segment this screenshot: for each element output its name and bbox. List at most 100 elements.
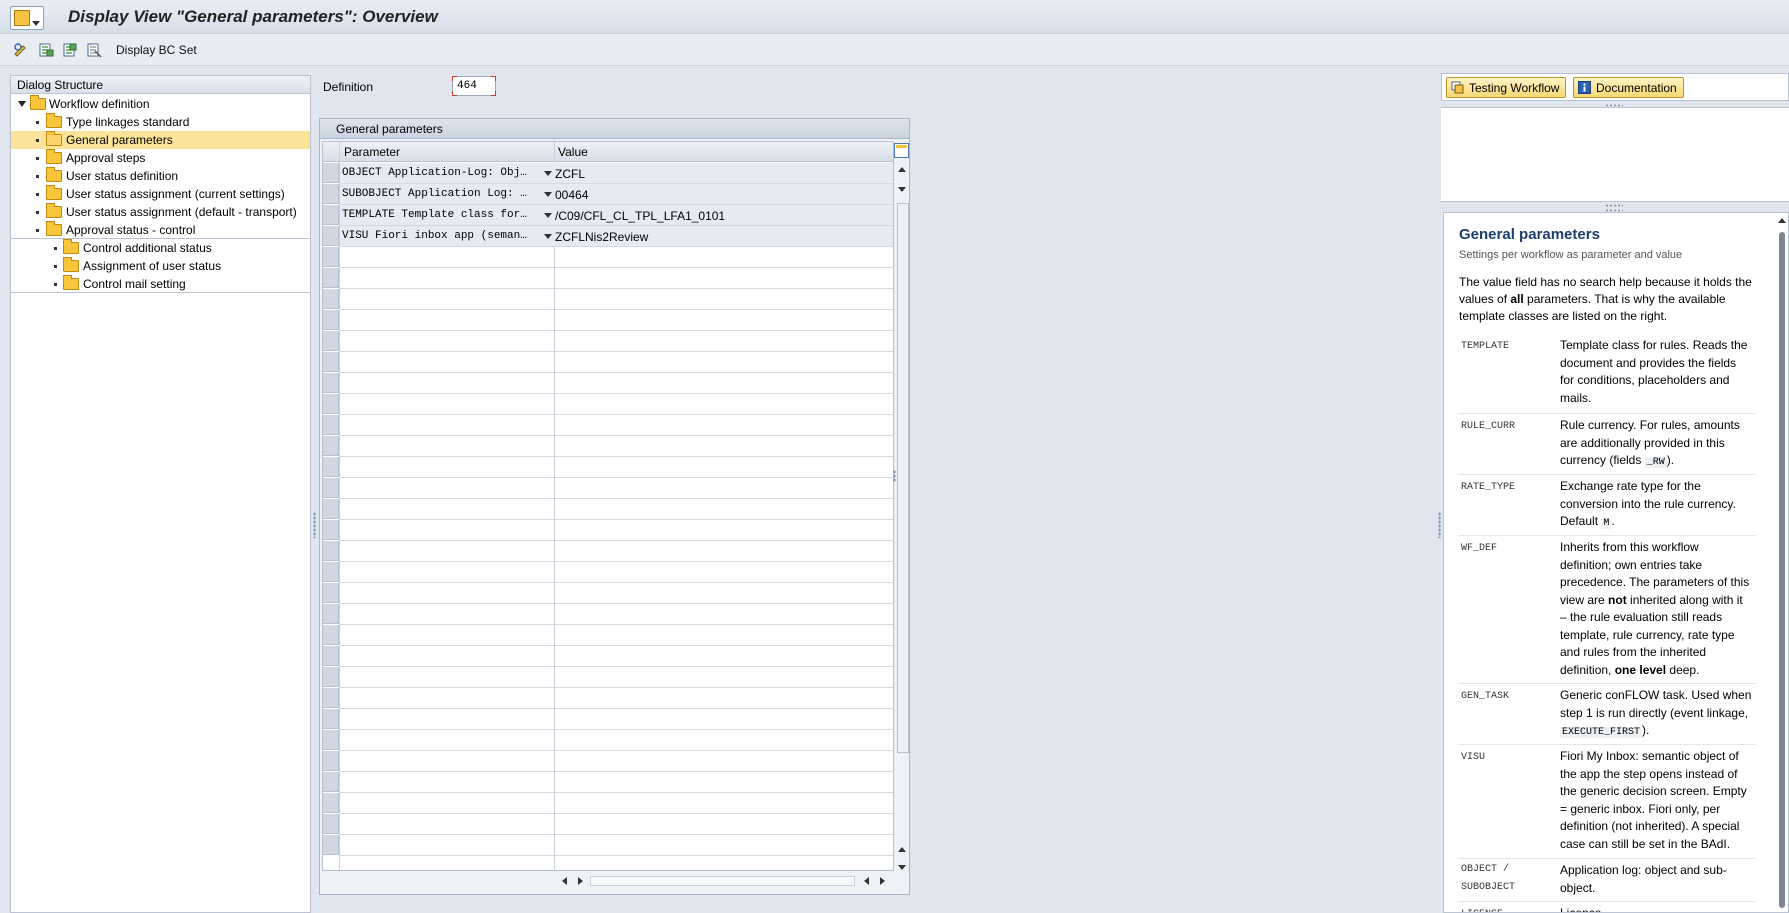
empty-table-row[interactable]	[340, 436, 893, 457]
tree-item-general-parameters[interactable]: General parameters	[11, 131, 310, 149]
tree-item-workflow-definition[interactable]: Workflow definition	[11, 95, 310, 113]
testing-workflow-button[interactable]: Testing Workflow	[1446, 77, 1567, 98]
scroll-down-icon[interactable]	[898, 187, 906, 192]
definition-field[interactable]: 464	[452, 76, 496, 96]
empty-table-row[interactable]	[340, 373, 893, 394]
table-row[interactable]: SUBOBJECT Application Log: … 00464	[340, 184, 893, 205]
empty-table-row[interactable]	[340, 625, 893, 646]
row-selector[interactable]	[323, 457, 339, 477]
row-selector[interactable]	[323, 520, 339, 540]
row-selector[interactable]	[323, 163, 339, 183]
table-horizontal-scrollbar[interactable]	[550, 873, 895, 889]
table-row[interactable]: TEMPLATE Template class for… /C09/CFL_CL…	[340, 205, 893, 226]
parameter-cell[interactable]: VISU Fiori inbox app (seman…	[342, 230, 554, 242]
row-selector[interactable]	[323, 247, 339, 267]
empty-table-row[interactable]	[340, 793, 893, 814]
empty-table-row[interactable]	[340, 247, 893, 268]
tree-item-approval-steps[interactable]: Approval steps	[11, 149, 310, 167]
left-splitter-handle[interactable]	[313, 512, 316, 538]
row-selector[interactable]	[323, 331, 339, 351]
empty-table-row[interactable]	[340, 331, 893, 352]
dropdown-arrow-icon[interactable]	[544, 213, 552, 218]
row-selector[interactable]	[323, 688, 339, 708]
scroll-thumb[interactable]	[1779, 232, 1785, 908]
row-selector[interactable]	[323, 793, 339, 813]
row-selector[interactable]	[323, 184, 339, 204]
display-bc-set-button[interactable]: Display BC Set	[116, 43, 197, 57]
row-selector[interactable]	[323, 604, 339, 624]
parameter-cell[interactable]: OBJECT Application-Log: Obj…	[342, 167, 554, 179]
row-selector[interactable]	[323, 667, 339, 687]
empty-table-row[interactable]	[340, 814, 893, 835]
scroll-up-icon[interactable]	[1778, 218, 1786, 223]
row-selector[interactable]	[323, 730, 339, 750]
table-vertical-scrollbar[interactable]	[895, 163, 909, 873]
empty-table-row[interactable]	[340, 772, 893, 793]
empty-table-row[interactable]	[340, 541, 893, 562]
tree-item-user-status-assignment-default[interactable]: User status assignment (default - transp…	[11, 203, 310, 221]
column-header-parameter[interactable]: Parameter	[344, 145, 400, 159]
row-selector[interactable]	[323, 625, 339, 645]
row-selector[interactable]	[323, 499, 339, 519]
empty-table-row[interactable]	[340, 583, 893, 604]
empty-table-row[interactable]	[340, 646, 893, 667]
empty-table-row[interactable]	[340, 709, 893, 730]
dropdown-arrow-icon[interactable]	[544, 192, 552, 197]
value-cell[interactable]: ZCFLNis2Review	[555, 230, 648, 244]
row-selector[interactable]	[323, 478, 339, 498]
empty-table-row[interactable]	[340, 751, 893, 772]
row-selector[interactable]	[323, 709, 339, 729]
row-selector[interactable]	[323, 226, 339, 246]
display-change-icon[interactable]	[13, 42, 29, 58]
row-selector[interactable]	[323, 310, 339, 330]
row-selector[interactable]	[323, 205, 339, 225]
scroll-left-icon[interactable]	[562, 877, 567, 885]
empty-table-row[interactable]	[340, 604, 893, 625]
table-resize-handle[interactable]	[893, 470, 896, 482]
empty-table-row[interactable]	[340, 562, 893, 583]
empty-table-row[interactable]	[340, 835, 893, 856]
row-selector[interactable]	[323, 415, 339, 435]
expand-toggle-icon[interactable]	[18, 101, 26, 107]
row-selector[interactable]	[323, 436, 339, 456]
table-row[interactable]: OBJECT Application-Log: Obj… ZCFL	[340, 163, 893, 184]
app-menu-button[interactable]	[10, 6, 44, 30]
empty-table-row[interactable]	[340, 688, 893, 709]
table-row[interactable]: VISU Fiori inbox app (seman… ZCFLNis2Rev…	[340, 226, 893, 247]
row-selector[interactable]	[323, 583, 339, 603]
documentation-scrollbar[interactable]	[1776, 214, 1788, 913]
tree-item-control-mail-setting[interactable]: Control mail setting	[11, 275, 310, 293]
scroll-right-icon[interactable]	[578, 877, 583, 885]
scroll-left-icon[interactable]	[864, 877, 869, 885]
row-selector[interactable]	[323, 268, 339, 288]
scroll-up-icon[interactable]	[898, 167, 906, 172]
select-all-icon[interactable]	[38, 42, 54, 58]
tree-item-user-status-assignment-current[interactable]: User status assignment (current settings…	[11, 185, 310, 203]
empty-table-row[interactable]	[340, 289, 893, 310]
right-middle-splitter-handle[interactable]	[1605, 204, 1623, 207]
empty-table-row[interactable]	[340, 415, 893, 436]
empty-table-row[interactable]	[340, 457, 893, 478]
dropdown-arrow-icon[interactable]	[544, 234, 552, 239]
parameter-cell[interactable]: SUBOBJECT Application Log: …	[342, 188, 554, 200]
deselect-all-icon[interactable]	[86, 42, 102, 58]
empty-table-row[interactable]	[340, 730, 893, 751]
empty-table-row[interactable]	[340, 667, 893, 688]
row-selector[interactable]	[323, 835, 339, 855]
documentation-button[interactable]: Documentation	[1573, 77, 1684, 98]
empty-table-row[interactable]	[340, 520, 893, 541]
empty-table-row[interactable]	[340, 268, 893, 289]
dropdown-arrow-icon[interactable]	[544, 171, 552, 176]
value-cell[interactable]: ZCFL	[555, 167, 585, 181]
scroll-track[interactable]	[590, 876, 855, 886]
column-header-value[interactable]: Value	[558, 145, 588, 159]
empty-table-row[interactable]	[340, 352, 893, 373]
row-selector[interactable]	[323, 373, 339, 393]
value-cell[interactable]: 00464	[555, 188, 588, 202]
row-selector[interactable]	[323, 646, 339, 666]
scroll-up-icon[interactable]	[898, 847, 906, 852]
tree-item-user-status-definition[interactable]: User status definition	[11, 167, 310, 185]
row-selector[interactable]	[323, 394, 339, 414]
empty-table-row[interactable]	[340, 499, 893, 520]
value-cell[interactable]: /C09/CFL_CL_TPL_LFA1_0101	[555, 209, 725, 223]
